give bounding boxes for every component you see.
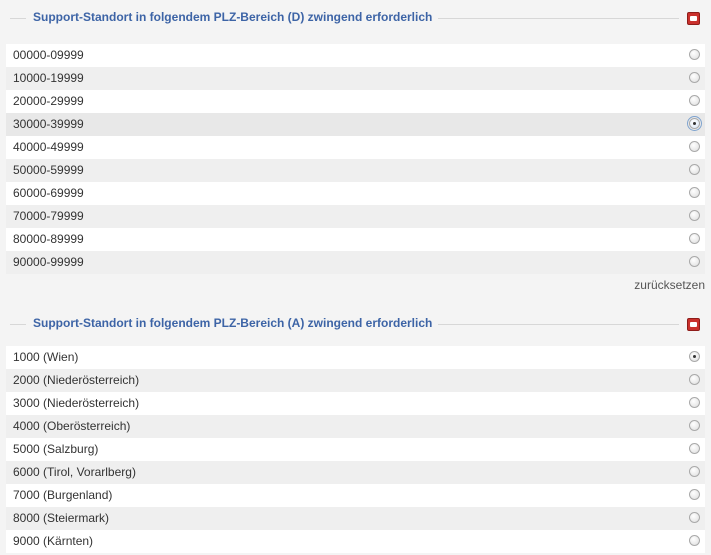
option-label: 9000 (Kärnten) — [13, 534, 94, 548]
option-label: 30000-39999 — [13, 117, 84, 131]
divider — [10, 324, 26, 325]
list-item[interactable]: 90000-99999 — [6, 251, 705, 274]
radio-icon[interactable] — [687, 116, 702, 131]
list-item[interactable]: 50000-59999 — [6, 159, 705, 182]
option-label: 50000-59999 — [13, 163, 84, 177]
radio-icon[interactable] — [689, 397, 700, 408]
radio-icon[interactable] — [689, 95, 700, 106]
radio-icon[interactable] — [689, 443, 700, 454]
radio-icon[interactable] — [689, 420, 700, 431]
list-item[interactable]: 70000-79999 — [6, 205, 705, 228]
option-label: 70000-79999 — [13, 209, 84, 223]
radio-icon[interactable] — [689, 187, 700, 198]
radio-icon[interactable] — [689, 489, 700, 500]
option-label: 3000 (Niederösterreich) — [13, 396, 140, 410]
option-label: 5000 (Salzburg) — [13, 442, 99, 456]
divider — [10, 18, 26, 19]
radio-icon[interactable] — [689, 351, 700, 362]
list-item[interactable]: 60000-69999 — [6, 182, 705, 205]
radio-icon[interactable] — [689, 535, 700, 546]
option-label: 1000 (Wien) — [13, 350, 79, 364]
list-item[interactable]: 5000 (Salzburg) — [6, 438, 705, 461]
list-item[interactable]: 2000 (Niederösterreich) — [6, 369, 705, 392]
option-label: 90000-99999 — [13, 255, 84, 269]
reset-link[interactable]: zurücksetzen — [634, 278, 705, 292]
radio-icon[interactable] — [689, 49, 700, 60]
section-title: Support-Standort in folgendem PLZ-Bereic… — [33, 10, 433, 24]
close-icon[interactable] — [687, 12, 700, 25]
radio-icon[interactable] — [689, 164, 700, 175]
section-plz-a: Support-Standort in folgendem PLZ-Bereic… — [0, 306, 711, 553]
option-label: 2000 (Niederösterreich) — [13, 373, 140, 387]
radio-icon[interactable] — [689, 512, 700, 523]
option-label: 80000-89999 — [13, 232, 84, 246]
option-label: 60000-69999 — [13, 186, 84, 200]
list-item[interactable]: 80000-89999 — [6, 228, 705, 251]
radio-icon[interactable] — [689, 466, 700, 477]
radio-icon[interactable] — [689, 141, 700, 152]
list-item[interactable]: 10000-19999 — [6, 67, 705, 90]
section-header: Support-Standort in folgendem PLZ-Bereic… — [0, 306, 711, 342]
list-item[interactable]: 9000 (Kärnten) — [6, 530, 705, 553]
list-item[interactable]: 40000-49999 — [6, 136, 705, 159]
option-label: 40000-49999 — [13, 140, 84, 154]
section-header: Support-Standort in folgendem PLZ-Bereic… — [0, 0, 711, 36]
option-label: 00000-09999 — [13, 48, 84, 62]
list-item[interactable]: 20000-29999 — [6, 90, 705, 113]
divider — [438, 18, 679, 19]
section-title: Support-Standort in folgendem PLZ-Bereic… — [33, 316, 433, 330]
list-item[interactable]: 3000 (Niederösterreich) — [6, 392, 705, 415]
radio-icon[interactable] — [689, 233, 700, 244]
option-list: 00000-09999 10000-19999 20000-29999 3000… — [0, 44, 711, 274]
option-label: 4000 (Oberösterreich) — [13, 419, 131, 433]
radio-icon[interactable] — [689, 72, 700, 83]
option-label: 20000-29999 — [13, 94, 84, 108]
list-item[interactable]: 1000 (Wien) — [6, 346, 705, 369]
list-item[interactable]: 4000 (Oberösterreich) — [6, 415, 705, 438]
option-list: 1000 (Wien) 2000 (Niederösterreich) 3000… — [0, 346, 711, 553]
list-item[interactable]: 30000-39999 — [6, 113, 705, 136]
option-label: 8000 (Steiermark) — [13, 511, 110, 525]
radio-icon[interactable] — [689, 256, 700, 267]
list-item[interactable]: 6000 (Tirol, Vorarlberg) — [6, 461, 705, 484]
radio-icon[interactable] — [689, 210, 700, 221]
list-item[interactable]: 00000-09999 — [6, 44, 705, 67]
option-label: 7000 (Burgenland) — [13, 488, 113, 502]
option-label: 10000-19999 — [13, 71, 84, 85]
divider — [438, 324, 679, 325]
close-icon[interactable] — [687, 318, 700, 331]
radio-icon[interactable] — [689, 374, 700, 385]
list-item[interactable]: 7000 (Burgenland) — [6, 484, 705, 507]
list-item[interactable]: 8000 (Steiermark) — [6, 507, 705, 530]
section-plz-d: Support-Standort in folgendem PLZ-Bereic… — [0, 0, 711, 274]
option-label: 6000 (Tirol, Vorarlberg) — [13, 465, 136, 479]
